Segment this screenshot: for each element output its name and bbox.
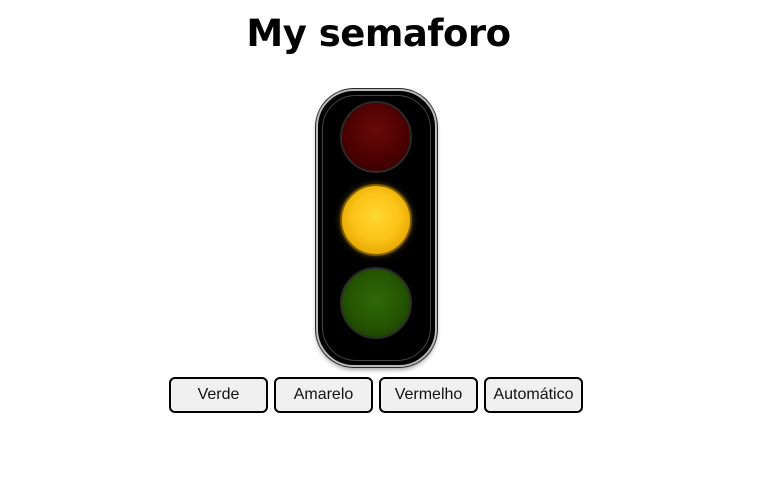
red-light xyxy=(340,101,412,173)
controls-bar: Verde Amarelo Vermelho Automático xyxy=(169,377,583,413)
traffic-light xyxy=(316,89,437,367)
page-title: My semaforo xyxy=(246,12,511,55)
vermelho-button[interactable]: Vermelho xyxy=(379,377,478,413)
automatico-button[interactable]: Automático xyxy=(484,377,583,413)
green-light xyxy=(340,267,412,339)
verde-button[interactable]: Verde xyxy=(169,377,268,413)
yellow-light xyxy=(340,184,412,256)
amarelo-button[interactable]: Amarelo xyxy=(274,377,373,413)
